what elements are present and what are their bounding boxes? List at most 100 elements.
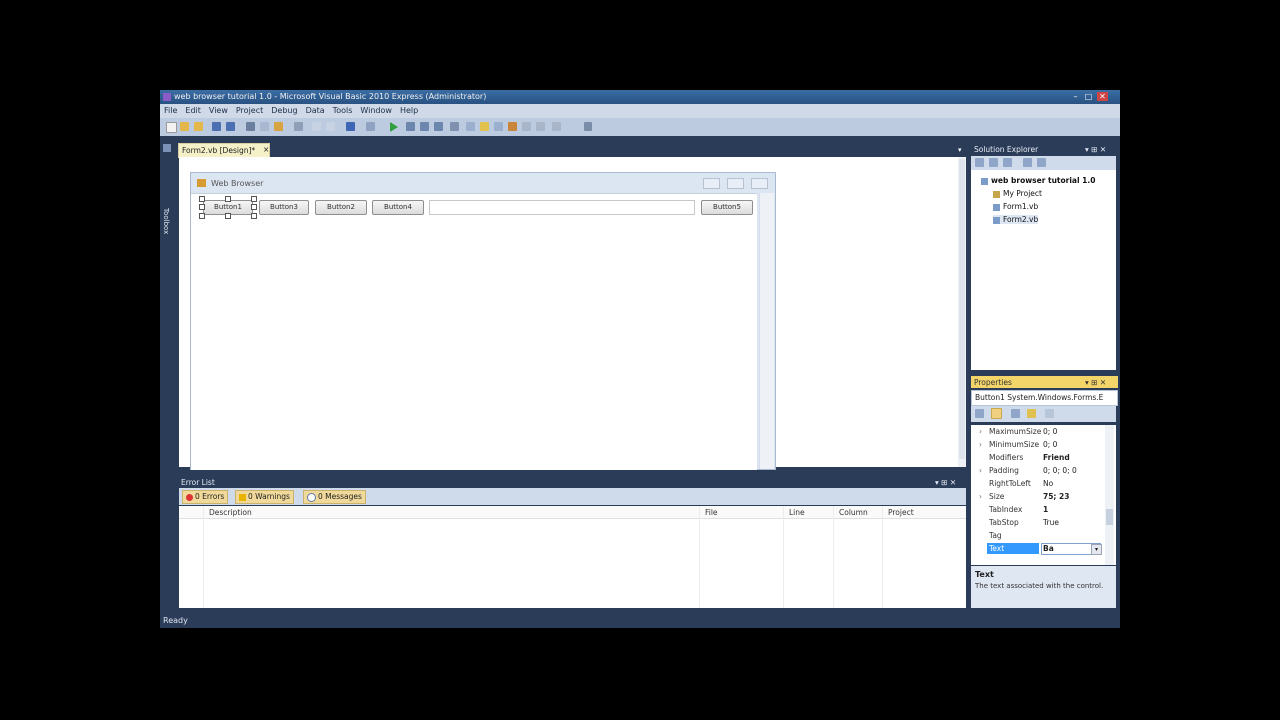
property-value[interactable]: Ba [1043, 544, 1054, 553]
property-value[interactable]: 0; 0 [1043, 427, 1057, 436]
selection-handle[interactable] [199, 196, 205, 202]
column-file[interactable]: File [705, 508, 718, 517]
tab-close-icon[interactable]: × [263, 145, 269, 154]
categorized-icon[interactable] [975, 409, 984, 418]
copy-icon[interactable] [260, 122, 269, 131]
tree-item-form2[interactable]: Form2.vb [993, 215, 1039, 224]
property-row[interactable]: › Padding 0; 0; 0; 0 [971, 464, 1106, 477]
expand-icon[interactable]: › [979, 466, 982, 475]
property-row-text-selected[interactable]: Text Ba ▾ [971, 542, 1106, 555]
toolbox-pin-icon[interactable] [163, 144, 171, 152]
selection-handle[interactable] [251, 204, 257, 210]
toolbox-tab[interactable]: Toolbox [162, 208, 170, 234]
properties-view-icon[interactable] [975, 158, 984, 167]
property-row[interactable]: › MinimumSize 0; 0 [971, 438, 1106, 451]
error-list-pin-icons[interactable]: ▾ ⊞ ✕ [935, 478, 956, 487]
property-value[interactable]: True [1043, 518, 1059, 527]
property-value[interactable]: No [1043, 479, 1053, 488]
property-row[interactable]: › MaximumSize 0; 0 [971, 425, 1106, 438]
undo-icon[interactable] [346, 122, 355, 131]
selection-handle[interactable] [251, 196, 257, 202]
scrollbar-thumb[interactable] [1106, 509, 1113, 525]
new-project-icon[interactable] [166, 122, 177, 133]
object-selector[interactable]: Button1 System.Windows.Forms.E [971, 390, 1118, 406]
expand-icon[interactable]: › [979, 440, 982, 449]
column-line[interactable]: Line [789, 508, 805, 517]
paste-icon[interactable] [274, 122, 283, 131]
property-row[interactable]: Tag [971, 529, 1106, 542]
tree-solution-node[interactable]: web browser tutorial 1.0 [981, 176, 1095, 185]
menu-view[interactable]: View [205, 104, 232, 118]
add-item-icon[interactable] [194, 122, 203, 131]
column-description[interactable]: Description [209, 508, 252, 517]
property-value[interactable]: 75; 23 [1043, 492, 1069, 501]
menu-data[interactable]: Data [302, 104, 329, 118]
events-icon[interactable] [1027, 409, 1036, 418]
find-icon[interactable] [294, 122, 303, 131]
property-row[interactable]: RightToLeft No [971, 477, 1106, 490]
selection-handle[interactable] [199, 213, 205, 219]
maximize-button[interactable]: □ [1083, 92, 1094, 101]
open-icon[interactable] [180, 122, 189, 131]
scrollbar-track[interactable] [959, 159, 965, 459]
comment-icon[interactable] [312, 122, 321, 131]
property-pages-icon[interactable] [1011, 409, 1020, 418]
button5[interactable]: Button5 [701, 200, 753, 215]
property-pages-alt-icon[interactable] [1045, 409, 1054, 418]
object-browser-icon[interactable] [494, 122, 503, 131]
button3[interactable]: Button3 [259, 200, 309, 215]
refresh-icon[interactable] [1003, 158, 1012, 167]
start-page-icon[interactable] [522, 122, 531, 131]
redo-icon[interactable] [366, 122, 375, 131]
show-all-files-icon[interactable] [989, 158, 998, 167]
extension-manager-icon[interactable] [536, 122, 545, 131]
tree-item-my-project[interactable]: My Project [993, 189, 1042, 198]
menu-help[interactable]: Help [396, 104, 422, 118]
property-row[interactable]: › Size 75; 23 [971, 490, 1106, 503]
cut-icon[interactable] [246, 122, 255, 131]
designer-scrollbar[interactable] [958, 157, 966, 467]
toolbox-icon[interactable] [508, 122, 517, 131]
properties-pin-icons[interactable]: ▾ ⊞ ✕ [1085, 378, 1106, 387]
alphabetical-icon[interactable] [991, 408, 1002, 419]
property-value[interactable]: 0; 0; 0; 0 [1043, 466, 1077, 475]
menu-debug[interactable]: Debug [267, 104, 301, 118]
menu-edit[interactable]: Edit [181, 104, 205, 118]
property-value[interactable]: Friend [1043, 453, 1070, 462]
form-client-area[interactable]: Button1 Button3 Button2 Button4 Button5 [191, 193, 757, 470]
document-dropdown-icon[interactable]: ▾ [958, 146, 962, 154]
uncomment-icon[interactable] [326, 122, 335, 131]
properties-scrollbar[interactable] [1105, 425, 1114, 565]
start-debugging-icon[interactable] [390, 122, 398, 132]
selection-handle[interactable] [251, 213, 257, 219]
step-out-icon[interactable] [434, 122, 443, 131]
menu-file[interactable]: File [160, 104, 181, 118]
menu-project[interactable]: Project [232, 104, 267, 118]
selection-handle[interactable] [225, 196, 231, 202]
view-designer-icon[interactable] [1037, 158, 1046, 167]
property-row[interactable]: Modifiers Friend [971, 451, 1106, 464]
dropdown-arrow-icon[interactable]: ▾ [1091, 544, 1102, 555]
expand-icon[interactable]: › [979, 427, 982, 436]
address-textbox[interactable] [429, 200, 695, 215]
solution-explorer-pin-icons[interactable]: ▾ ⊞ ✕ [1085, 145, 1106, 154]
view-code-icon[interactable] [1023, 158, 1032, 167]
form-web-browser[interactable]: Web Browser Button1 Button3 Button2 Butt… [190, 172, 776, 470]
property-value[interactable]: 1 [1043, 505, 1048, 514]
column-column[interactable]: Column [839, 508, 868, 517]
save-icon[interactable] [212, 122, 221, 131]
selection-handle[interactable] [199, 204, 205, 210]
properties-icon[interactable] [480, 122, 489, 131]
selection-handle[interactable] [225, 213, 231, 219]
expand-icon[interactable]: › [979, 492, 982, 501]
toolbar-overflow-icon[interactable] [584, 122, 592, 131]
step-over-icon[interactable] [420, 122, 429, 131]
close-button[interactable]: ✕ [1097, 92, 1108, 101]
step-into-icon[interactable] [406, 122, 415, 131]
button2[interactable]: Button2 [315, 200, 367, 215]
breakpoint-icon[interactable] [450, 122, 459, 131]
menu-tools[interactable]: Tools [329, 104, 357, 118]
minimize-button[interactable]: – [1070, 92, 1081, 101]
solution-explorer-icon[interactable] [466, 122, 475, 131]
tree-item-form1[interactable]: Form1.vb [993, 202, 1038, 211]
